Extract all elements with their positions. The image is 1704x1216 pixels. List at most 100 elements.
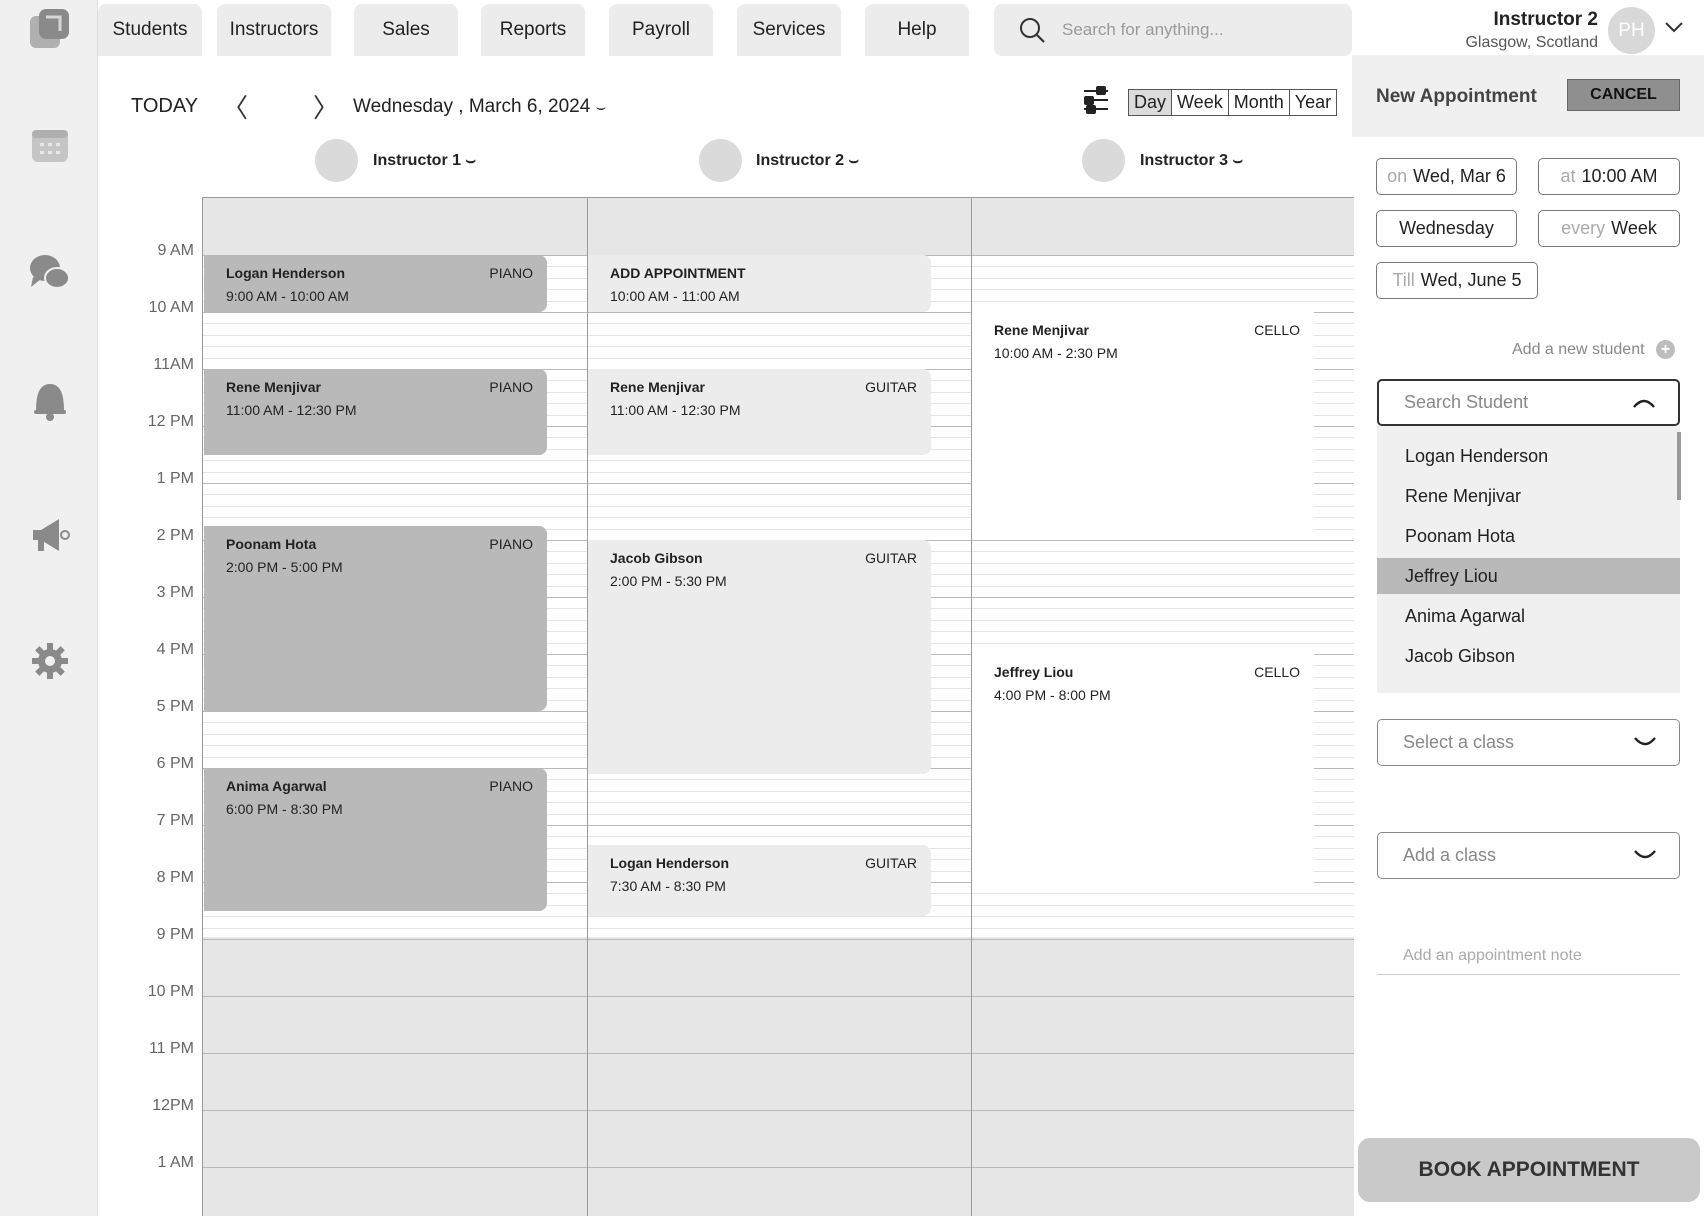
nav-tab-sales[interactable]: Sales xyxy=(354,4,458,56)
chevron-down-icon[interactable] xyxy=(1633,732,1657,757)
appointment-student: Logan Henderson xyxy=(226,265,346,281)
appointment-class: CELLO xyxy=(1254,664,1300,680)
grid-night-band xyxy=(203,937,1354,1216)
appointment-student: Jacob Gibson xyxy=(610,550,703,566)
nav-tab-students[interactable]: Students xyxy=(98,4,202,56)
appointment-student: Rene Menjivar xyxy=(610,379,705,395)
gear-icon[interactable] xyxy=(27,638,73,684)
nav-tab-payroll[interactable]: Payroll xyxy=(609,4,713,56)
add-appointment-slot[interactable]: ADD APPOINTMENT 10:00 AM - 11:00 AM xyxy=(588,255,931,312)
time-prefix: at xyxy=(1560,166,1576,186)
appointment-card[interactable]: Jeffrey Liou 4:00 PM - 8:00 PM CELLO xyxy=(972,654,1314,888)
megaphone-icon[interactable] xyxy=(27,512,73,558)
appointment-class: GUITAR xyxy=(865,854,917,871)
date-picker[interactable]: Wednesday , March 6, 2024 ⌣ xyxy=(353,96,606,118)
next-day-arrow[interactable]: 〉 xyxy=(313,88,339,125)
appointment-class: GUITAR xyxy=(865,379,917,395)
panel-title: New Appointment xyxy=(1376,86,1537,107)
weekday-value: Wednesday xyxy=(1399,218,1494,238)
hour-label: 11AM xyxy=(153,356,194,373)
plus-icon[interactable]: + xyxy=(1656,340,1675,359)
nav-tab-instructors[interactable]: Instructors xyxy=(217,4,331,56)
appointment-card[interactable]: Anima Agarwal 6:00 PM - 8:30 PM PIANO xyxy=(204,768,547,911)
bell-icon[interactable] xyxy=(27,378,73,424)
instructor-1-selector[interactable]: Instructor 1 ⌣ xyxy=(373,152,476,170)
user-location: Glasgow, Scotland xyxy=(1465,34,1598,51)
student-search-input[interactable]: Search Student xyxy=(1377,379,1680,426)
chevron-down-icon[interactable] xyxy=(1664,20,1684,39)
weekday-field[interactable]: Wednesday xyxy=(1376,210,1517,247)
appointment-class: GUITAR xyxy=(865,550,917,566)
instructor-2-selector[interactable]: Instructor 2 ⌣ xyxy=(756,152,859,170)
select-class-placeholder: Select a class xyxy=(1403,732,1515,752)
hour-label: 8 PM xyxy=(156,869,194,886)
chat-icon[interactable] xyxy=(27,250,73,296)
dropdown-scrollbar[interactable] xyxy=(1677,432,1681,500)
student-option[interactable]: Jeffrey Liou xyxy=(1377,558,1680,594)
repeat-field[interactable]: every Week xyxy=(1538,210,1680,247)
appointment-card[interactable]: Poonam Hota 2:00 PM - 5:00 PM PIANO xyxy=(204,525,547,711)
instructor-1-name: Instructor 1 xyxy=(373,152,462,169)
appointment-student: Logan Henderson xyxy=(610,854,730,871)
appointment-card[interactable]: Logan Henderson 9:00 AM - 10:00 AM PIANO xyxy=(204,255,547,312)
hour-label: 9 AM xyxy=(157,242,194,259)
student-option[interactable]: Rene Menjivar xyxy=(1377,478,1680,514)
view-year-button[interactable]: Year xyxy=(1290,90,1336,115)
student-option[interactable]: Anima Agarwal xyxy=(1377,598,1680,634)
logo-icon[interactable] xyxy=(27,6,73,52)
appointment-card[interactable]: Rene Menjivar 10:00 AM - 2:30 PM CELLO xyxy=(972,312,1314,540)
today-button[interactable]: TODAY xyxy=(131,95,198,118)
nav-tab-help[interactable]: Help xyxy=(865,4,969,56)
view-day-button[interactable]: Day xyxy=(1129,90,1173,115)
instructor-3-selector[interactable]: Instructor 3 ⌣ xyxy=(1140,152,1243,170)
prev-day-arrow[interactable]: 〈 xyxy=(222,88,248,125)
appointment-class: PIANO xyxy=(489,535,533,552)
time-field[interactable]: at 10:00 AM xyxy=(1538,158,1680,195)
hour-label: 1 AM xyxy=(157,1154,194,1171)
nav-tab-services[interactable]: Services xyxy=(737,4,841,56)
hour-gridline xyxy=(203,1053,1354,1054)
add-student-link[interactable]: Add a new student xyxy=(1512,341,1645,359)
appointment-time: 10:00 AM - 11:00 AM xyxy=(610,288,740,304)
filter-icon[interactable] xyxy=(1081,83,1111,120)
appointment-time: 11:00 AM - 12:30 PM xyxy=(226,402,357,418)
instructor-2-name: Instructor 2 xyxy=(756,152,845,169)
appointment-card[interactable]: Logan Henderson 7:30 AM - 8:30 PM GUITAR xyxy=(588,844,931,917)
add-class-dropdown[interactable]: Add a class xyxy=(1377,832,1680,879)
view-month-button[interactable]: Month xyxy=(1229,90,1290,115)
appointment-card[interactable]: Jacob Gibson 2:00 PM - 5:30 PM GUITAR xyxy=(588,540,931,774)
appointment-note-input[interactable]: Add an appointment note xyxy=(1377,947,1680,975)
appointment-student: Jeffrey Liou xyxy=(994,664,1074,680)
student-option[interactable]: Jacob Gibson xyxy=(1377,638,1680,674)
search-input[interactable] xyxy=(1062,20,1332,40)
cancel-button[interactable]: CANCEL xyxy=(1567,79,1680,111)
time-value: 10:00 AM xyxy=(1581,166,1658,186)
view-week-button[interactable]: Week xyxy=(1172,90,1229,115)
student-option[interactable]: Logan Henderson xyxy=(1377,438,1680,474)
appointment-card[interactable]: Rene Menjivar 11:00 AM - 12:30 PM PIANO xyxy=(204,369,547,455)
repeat-value: Week xyxy=(1611,218,1657,238)
student-option[interactable]: Poonam Hota xyxy=(1377,518,1680,554)
chevron-up-icon[interactable] xyxy=(1632,393,1656,418)
hour-label: 11 PM xyxy=(148,1040,194,1057)
appointment-time: 2:00 PM - 5:30 PM xyxy=(610,573,727,589)
chevron-down-icon[interactable] xyxy=(1633,845,1657,870)
appointment-time: 10:00 AM - 2:30 PM xyxy=(994,345,1118,361)
view-switcher: Day Week Month Year xyxy=(1128,89,1338,116)
hour-label: 6 PM xyxy=(156,755,194,772)
appointment-student: Rene Menjivar xyxy=(226,379,321,395)
avatar[interactable]: PH xyxy=(1608,7,1655,54)
minor-gridline xyxy=(203,916,1354,918)
end-date-field[interactable]: Till Wed, June 5 xyxy=(1376,262,1538,299)
user-name: Instructor 2 xyxy=(1493,9,1598,30)
grid-header-band xyxy=(203,198,1354,255)
calendar-icon[interactable] xyxy=(27,122,73,168)
appointment-card[interactable]: Rene Menjivar 11:00 AM - 12:30 PM GUITAR xyxy=(588,369,931,455)
student-search-placeholder: Search Student xyxy=(1404,392,1529,412)
date-field[interactable]: on Wed, Mar 6 xyxy=(1376,158,1517,195)
instructor-3-name: Instructor 3 xyxy=(1140,152,1229,169)
nav-tab-reports[interactable]: Reports xyxy=(481,4,585,56)
hour-label: 4 PM xyxy=(156,641,194,658)
book-appointment-button[interactable]: BOOK APPOINTMENT xyxy=(1358,1138,1700,1202)
select-class-dropdown[interactable]: Select a class xyxy=(1377,719,1680,766)
